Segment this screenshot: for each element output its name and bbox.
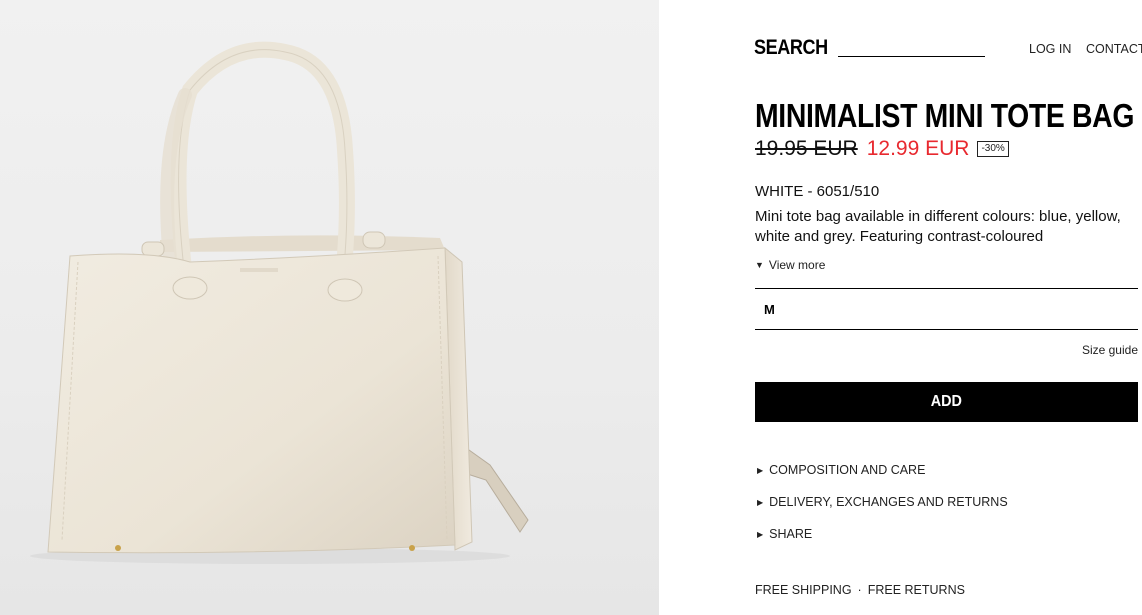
shipping-returns-note: FREE SHIPPING · FREE RETURNS <box>755 583 965 597</box>
caret-right-icon: ▶ <box>757 465 764 475</box>
price-row: 19.95 EUR 12.99 EUR -30% <box>755 137 1009 161</box>
accordion-share[interactable]: ▶ SHARE <box>757 527 812 541</box>
add-to-cart-button[interactable]: ADD <box>755 382 1138 422</box>
accordion-label: SHARE <box>769 527 813 541</box>
accordion-label: DELIVERY, EXCHANGES AND RETURNS <box>769 495 1008 509</box>
color-reference: WHITE - 6051/510 <box>755 183 880 200</box>
tote-bag-illustration <box>30 41 529 564</box>
add-button-label: ADD <box>930 393 963 410</box>
size-selector[interactable]: M <box>755 288 1138 330</box>
size-guide-link[interactable]: Size guide <box>1082 343 1138 357</box>
free-shipping-text: FREE SHIPPING <box>755 583 852 597</box>
discount-badge: -30% <box>977 141 1009 157</box>
caret-right-icon: ▶ <box>757 529 764 539</box>
product-details-panel: SEARCH LOG IN CONTACT MINIMALIST MINI TO… <box>659 0 1142 615</box>
contact-link[interactable]: CONTACT <box>1086 42 1142 56</box>
accordion-delivery-returns[interactable]: ▶ DELIVERY, EXCHANGES AND RETURNS <box>757 495 1008 509</box>
selected-size: M <box>764 302 775 317</box>
product-description: Mini tote bag available in different col… <box>755 208 1121 245</box>
free-returns-text: FREE RETURNS <box>867 583 965 597</box>
login-link[interactable]: LOG IN <box>1029 42 1071 56</box>
search-link[interactable]: SEARCH <box>754 36 828 60</box>
accordion-label: COMPOSITION AND CARE <box>769 463 926 477</box>
view-more-label: View more <box>768 258 826 272</box>
sale-price: 12.99 EUR <box>866 137 970 160</box>
accordion-composition-care[interactable]: ▶ COMPOSITION AND CARE <box>757 463 925 477</box>
product-image[interactable] <box>0 0 659 615</box>
separator-dot: · <box>857 583 862 597</box>
search-input-underline[interactable] <box>838 56 985 57</box>
caret-down-icon: ▼ <box>755 260 764 270</box>
original-price: 19.95 EUR <box>755 137 858 160</box>
product-title: MINIMALIST MINI TOTE BAG <box>755 97 1135 134</box>
caret-right-icon: ▶ <box>757 497 764 507</box>
view-more-link[interactable]: ▼ View more <box>755 258 825 272</box>
